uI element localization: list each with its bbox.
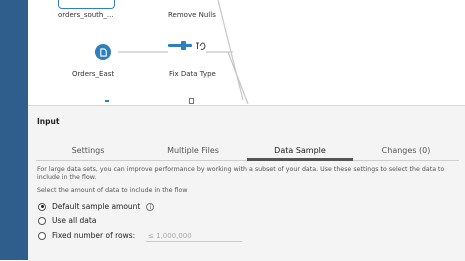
input-panel: Input Settings Multiple Files Data Sampl…: [28, 105, 465, 261]
connector-line: [217, 0, 244, 101]
radio-use-all-data[interactable]: [38, 216, 46, 225]
clean-step-icon: [168, 41, 206, 50]
orders-east-label: Orders_East: [72, 70, 115, 78]
panel-title: Input: [37, 117, 60, 126]
radio-fixed-rows[interactable]: [38, 231, 46, 240]
active-tab-indicator: [247, 158, 353, 161]
fix-data-type-node[interactable]: [168, 40, 208, 52]
panel-tabs: Settings Multiple Files Data Sample Chan…: [28, 142, 465, 162]
tab-multiple-files[interactable]: Multiple Files: [137, 142, 249, 162]
option-use-all-data-label: Use all data: [52, 216, 97, 225]
option-fixed-rows-label: Fixed number of rows:: [52, 231, 136, 240]
step-icon-partial: [189, 98, 194, 104]
left-sidebar: [0, 0, 28, 260]
file-icon: [99, 47, 107, 57]
node-stub: [105, 100, 109, 102]
tab-changes[interactable]: Changes (0): [353, 142, 459, 162]
option-default-sample[interactable]: Default sample amount i: [38, 202, 155, 211]
orders-south-label: orders_south_...: [58, 11, 114, 19]
radio-default-sample[interactable]: [38, 202, 46, 211]
connector-line: [227, 51, 249, 105]
option-use-all-data[interactable]: Use all data: [38, 216, 96, 225]
option-default-sample-label: Default sample amount: [52, 202, 141, 211]
sample-description: For large data sets, you can improve per…: [37, 166, 445, 181]
fix-data-type-label: Fix Data Type: [169, 70, 216, 78]
select-amount-label: Select the amount of data to include in …: [37, 187, 188, 194]
option-fixed-rows[interactable]: Fixed number of rows:: [38, 231, 135, 240]
info-icon[interactable]: i: [146, 202, 155, 211]
remove-nulls-label: Remove Nulls: [168, 11, 216, 19]
orders-south-node-card[interactable]: [58, 0, 115, 9]
orders-east-node[interactable]: [95, 44, 111, 60]
tab-settings[interactable]: Settings: [28, 142, 148, 162]
flow-canvas: orders_south_... Remove Nulls Orders_Eas…: [28, 0, 465, 105]
fixed-rows-input[interactable]: [146, 230, 242, 242]
